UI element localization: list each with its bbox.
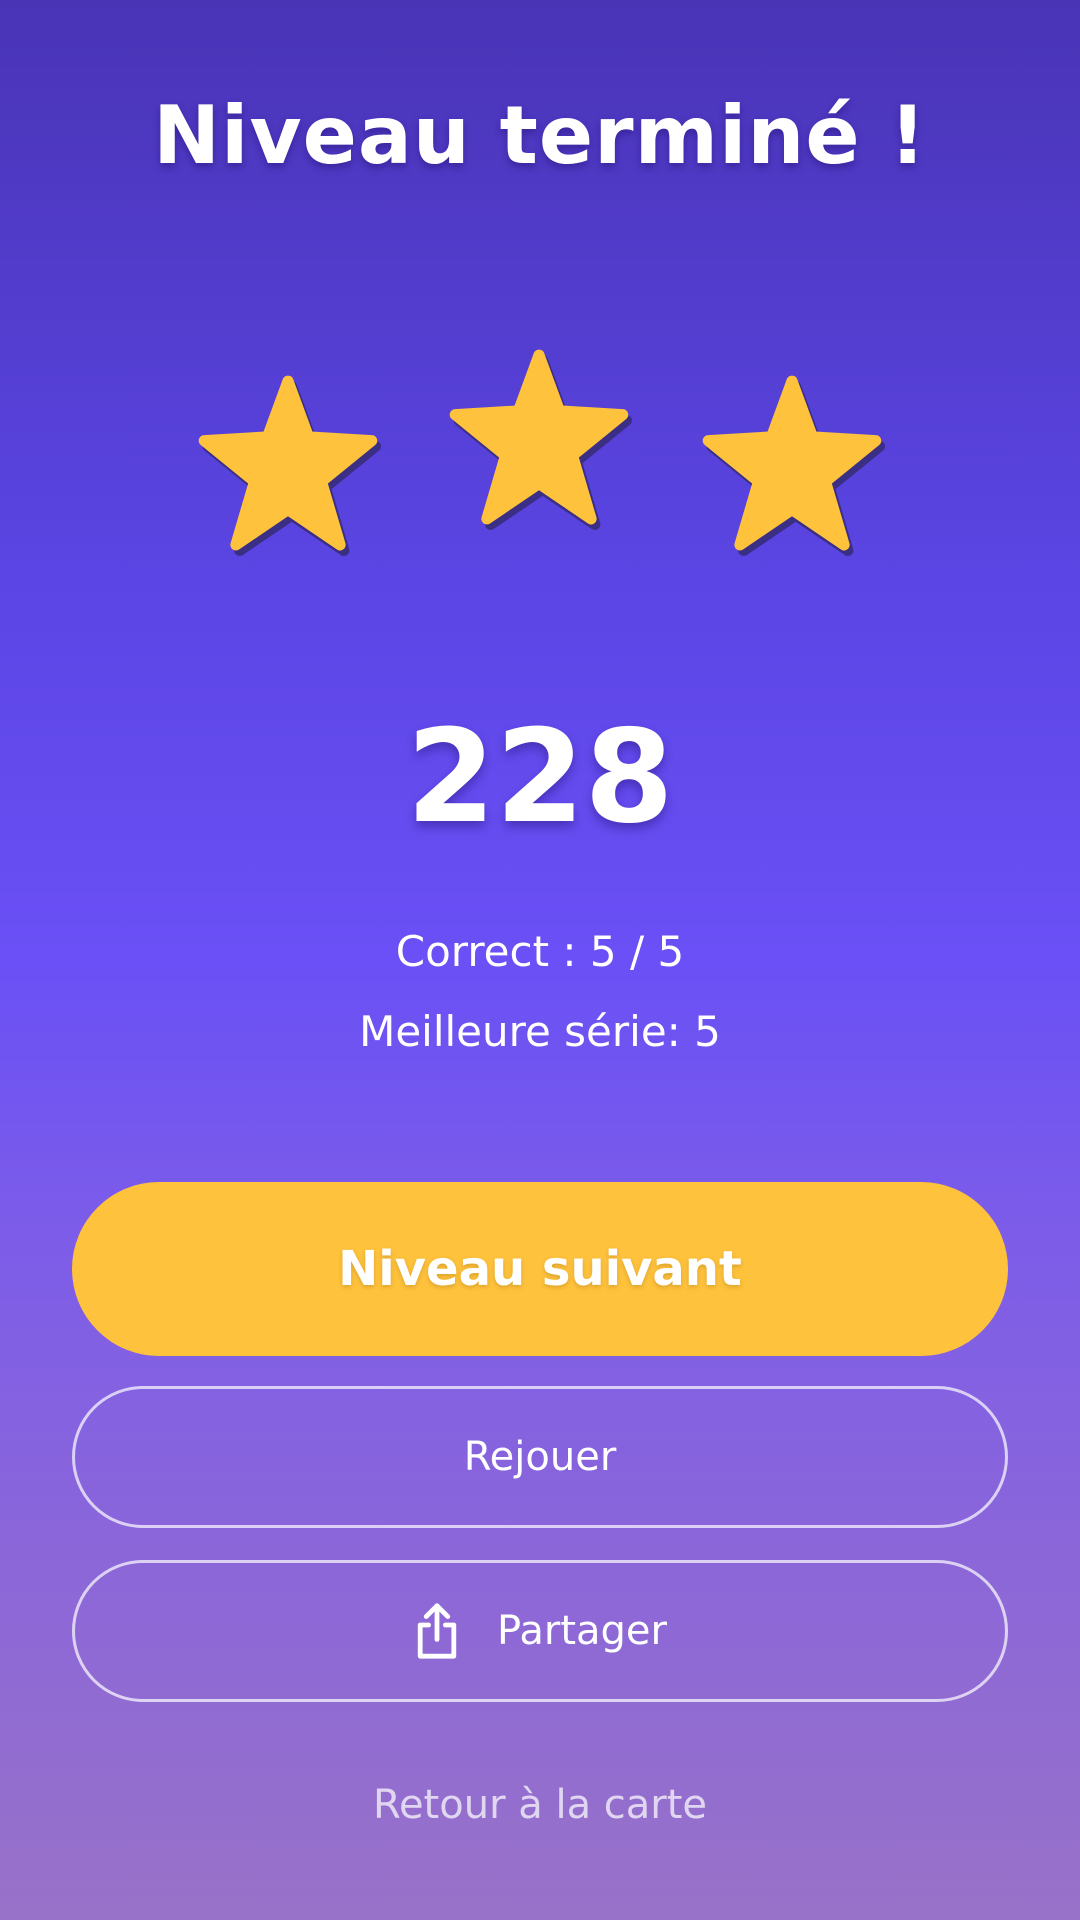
share-icon bbox=[413, 1601, 461, 1661]
best-streak-text: Meilleure série: 5 bbox=[359, 1007, 721, 1056]
replay-button[interactable]: Rejouer bbox=[72, 1386, 1008, 1528]
correct-answers-text: Correct : 5 / 5 bbox=[395, 927, 685, 976]
score-value: 228 bbox=[406, 703, 674, 852]
share-label: Partager bbox=[497, 1608, 667, 1654]
star-icon-left bbox=[195, 370, 381, 556]
replay-label: Rejouer bbox=[463, 1434, 617, 1480]
star-icon-center bbox=[446, 344, 632, 530]
star-rating bbox=[0, 0, 1080, 600]
level-complete-screen: Niveau terminé ! 228 Correct : 5 / 5 Mei… bbox=[0, 0, 1080, 1920]
next-level-button[interactable]: Niveau suivant bbox=[72, 1182, 1008, 1356]
star-icon-right bbox=[699, 370, 885, 556]
share-button[interactable]: Partager bbox=[72, 1560, 1008, 1702]
back-to-map-link[interactable]: Retour à la carte bbox=[0, 1778, 1080, 1832]
next-level-label: Niveau suivant bbox=[338, 1241, 742, 1297]
